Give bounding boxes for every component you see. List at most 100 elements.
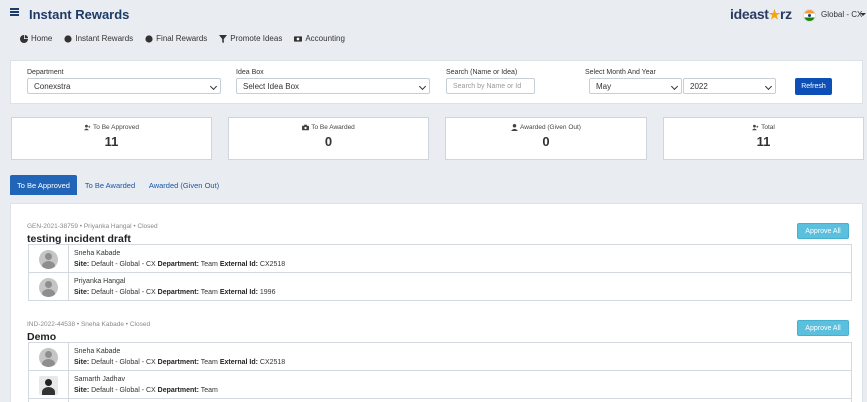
- nav-label: Promote Ideas: [230, 34, 283, 43]
- nav-item-home[interactable]: Home: [20, 34, 52, 43]
- department-label: Department:: [157, 261, 199, 268]
- nav-label: Accounting: [305, 34, 345, 43]
- stat-label: To Be Awarded: [229, 124, 428, 131]
- user-icon: [511, 124, 519, 131]
- logo-text-main: ideast: [730, 6, 769, 22]
- star-icon: ★: [768, 7, 781, 22]
- stat-label-text: To Be Approved: [93, 124, 139, 131]
- department-value: Team: [200, 289, 218, 296]
- table-row: [28, 398, 852, 402]
- department-label: Department:: [157, 289, 199, 296]
- stat-card-total: Total 11: [663, 117, 864, 160]
- department-label: Department:: [157, 359, 199, 366]
- nav-item-accounting[interactable]: Accounting: [294, 34, 345, 43]
- search-label: Search (Name or Idea): [446, 69, 518, 76]
- badge-icon: [64, 34, 72, 43]
- avatar: [39, 250, 58, 269]
- stat-card-to-be-approved: To Be Approved 11: [11, 117, 212, 160]
- nav-item-instant-rewards[interactable]: Instant Rewards: [64, 34, 133, 43]
- ideabox-value: Select Idea Box: [243, 82, 300, 91]
- tab-awarded-given-out[interactable]: Awarded (Given Out): [145, 175, 223, 195]
- table-row: Sneha Kabade Site: Default - Global - CX…: [28, 342, 852, 371]
- approve-all-button[interactable]: Approve All: [797, 223, 849, 239]
- site-value: Default - Global - CX: [91, 289, 156, 296]
- user-name: Sneha Kabade: [74, 250, 121, 257]
- user-plus-icon: [752, 124, 759, 131]
- ideastarz-logo[interactable]: ideast★rz: [730, 6, 792, 23]
- caret-down-icon[interactable]: [860, 13, 866, 16]
- menu-icon[interactable]: [10, 8, 19, 16]
- avatar: [39, 278, 58, 297]
- stat-card-to-be-awarded: To Be Awarded 0: [228, 117, 429, 160]
- main-nav: Home Instant Rewards Final Rewards Promo…: [20, 34, 357, 43]
- stat-label: Awarded (Given Out): [446, 124, 646, 131]
- site-value: Default - Global - CX: [91, 261, 156, 268]
- year-select[interactable]: 2022: [683, 78, 776, 94]
- nav-label: Final Rewards: [156, 34, 208, 43]
- external-id-value: CX2518: [259, 359, 286, 366]
- chevron-down-icon: [209, 82, 218, 91]
- user-name: Samarth Jadhav: [74, 376, 125, 383]
- stat-label: To Be Approved: [12, 124, 211, 131]
- nav-item-final-rewards[interactable]: Final Rewards: [145, 34, 207, 43]
- filter-panel: Department Conexstra Idea Box Select Ide…: [10, 60, 863, 104]
- avatar: [39, 376, 58, 395]
- month-year-label: Select Month And Year: [585, 69, 656, 76]
- month-value: May: [596, 82, 612, 91]
- user-details: Site: Default - Global - CX Department: …: [74, 261, 285, 268]
- stat-value: 0: [542, 134, 550, 149]
- department-label: Department:: [157, 387, 199, 394]
- user-name: Sneha Kabade: [74, 348, 121, 355]
- external-id-value: 1996: [259, 289, 276, 296]
- ideabox-label: Idea Box: [236, 69, 264, 76]
- department-label: Department: [27, 69, 64, 76]
- site-label: Site:: [74, 359, 90, 366]
- stat-label: Total: [664, 124, 863, 131]
- site-value: Default - Global - CX: [91, 387, 156, 394]
- table-row: Samarth Jadhav Site: Default - Global - …: [28, 370, 852, 399]
- department-value: Team: [200, 387, 218, 394]
- nav-label: Home: [31, 34, 53, 43]
- stat-card-awarded: Awarded (Given Out) 0: [445, 117, 647, 160]
- ideabox-select[interactable]: Select Idea Box: [236, 78, 430, 94]
- table-row: Priyanka Hangal Site: Default - Global -…: [28, 272, 852, 301]
- year-value: 2022: [690, 82, 708, 91]
- refresh-button[interactable]: Refresh: [795, 78, 832, 95]
- divider: [68, 273, 69, 300]
- department-select[interactable]: Conexstra: [27, 78, 221, 94]
- region-selector[interactable]: Global - CX: [821, 10, 862, 19]
- divider: [68, 343, 69, 370]
- stat-label-text: To Be Awarded: [311, 124, 355, 131]
- nav-label: Instant Rewards: [75, 34, 134, 43]
- user-details: Site: Default - Global - CX Department: …: [74, 387, 218, 394]
- camera-icon: [302, 124, 310, 131]
- user-name: Priyanka Hangal: [74, 278, 126, 285]
- stat-value: 11: [104, 134, 119, 149]
- external-id-value: CX2518: [259, 261, 286, 268]
- site-label: Site:: [74, 289, 90, 296]
- site-label: Site:: [74, 261, 90, 268]
- user-plus-icon: [84, 124, 91, 131]
- stat-label-text: Awarded (Given Out): [520, 124, 581, 131]
- money-icon: [294, 35, 303, 42]
- department-value: Conexstra: [34, 82, 71, 91]
- month-select[interactable]: May: [589, 78, 682, 94]
- tab-to-be-awarded[interactable]: To Be Awarded: [80, 175, 140, 195]
- approve-all-button[interactable]: Approve All: [797, 320, 849, 336]
- nav-item-promote-ideas[interactable]: Promote Ideas: [219, 34, 282, 43]
- chevron-down-icon: [418, 82, 427, 91]
- filter-icon: [219, 34, 228, 43]
- external-id-label: External Id:: [219, 289, 258, 296]
- tab-to-be-approved[interactable]: To Be Approved: [10, 175, 77, 195]
- divider: [68, 245, 69, 272]
- chart-pie-icon: [20, 34, 28, 43]
- chevron-down-icon: [764, 82, 773, 91]
- stat-value: 0: [324, 134, 333, 149]
- external-id-label: External Id:: [219, 359, 258, 366]
- rewards-list: GEN-2021-38759 • Priyanka Hangal • Close…: [10, 203, 863, 402]
- user-details: Site: Default - Global - CX Department: …: [74, 359, 285, 366]
- logo-text-end: rz: [780, 6, 792, 22]
- top-bar: Instant Rewards ideast★rz Global - CX: [0, 0, 867, 28]
- search-input[interactable]: Search by Name or Id: [446, 78, 535, 94]
- avatar: [39, 348, 58, 367]
